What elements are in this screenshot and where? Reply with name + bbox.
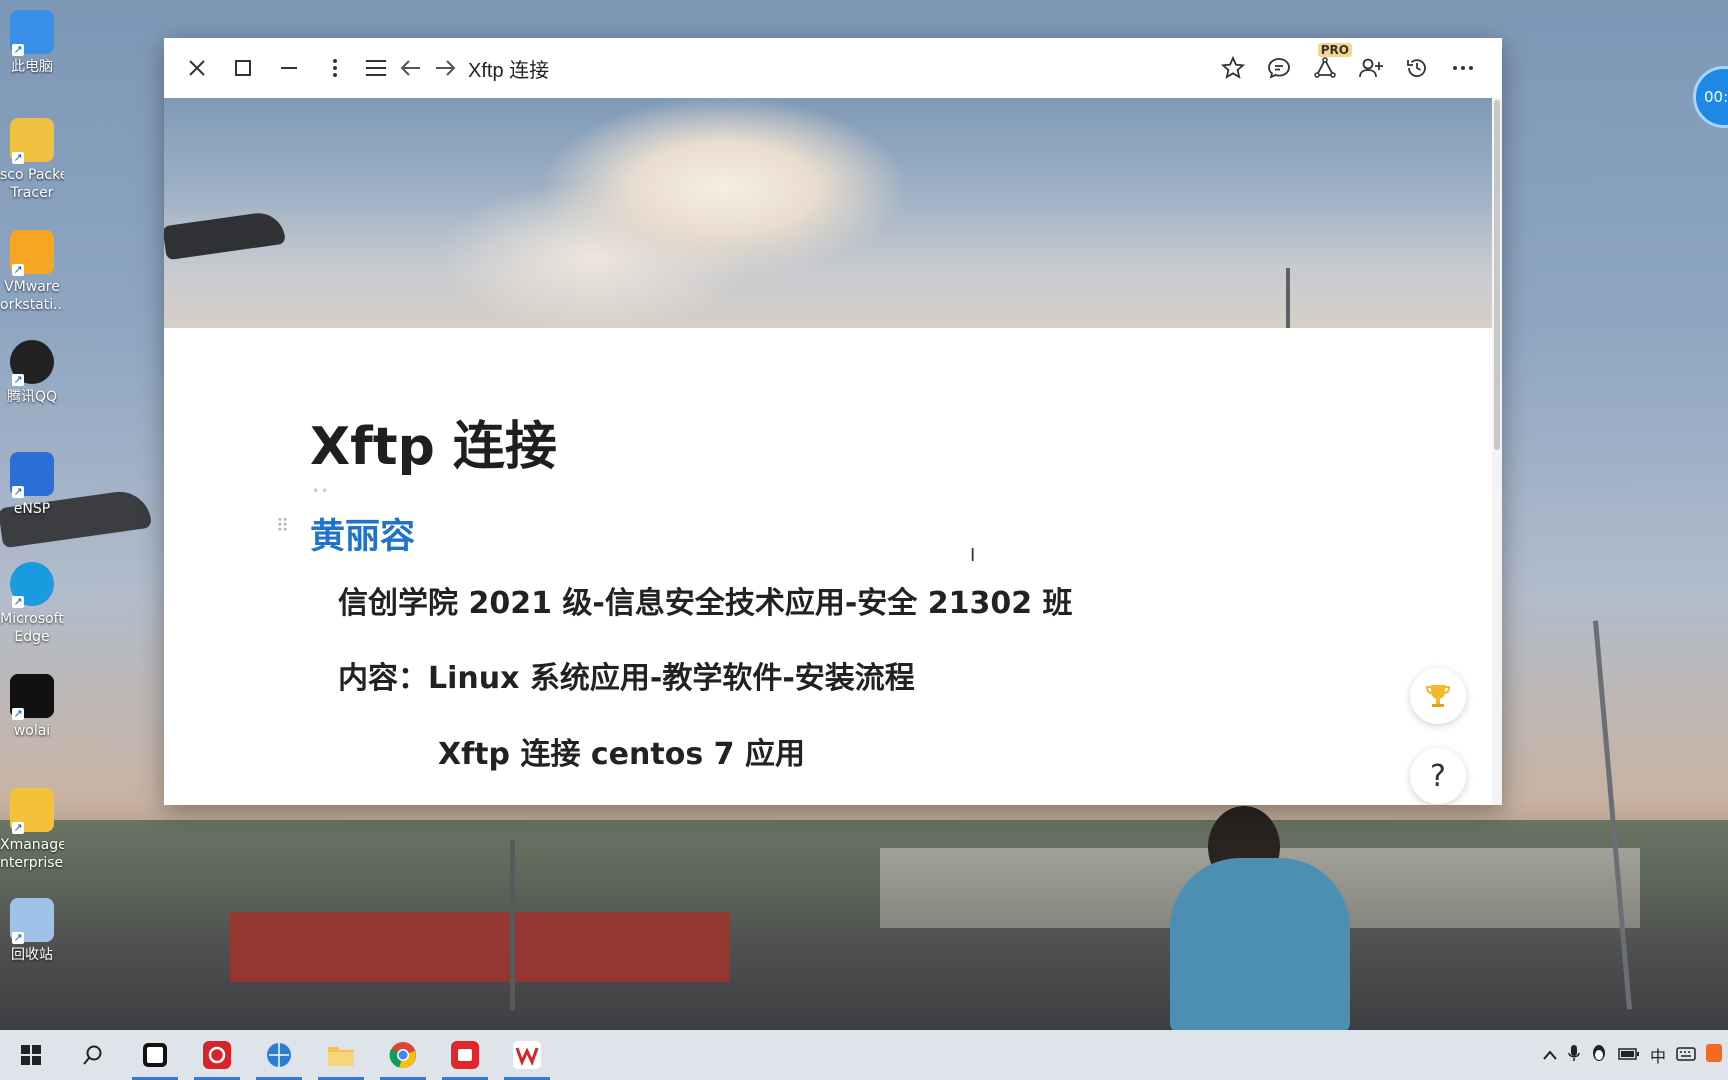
desktop-icon-ensp[interactable]: eNSP <box>0 452 64 518</box>
search-icon[interactable] <box>62 1030 124 1080</box>
packet-tracer-icon <box>10 118 54 164</box>
input-method-indicator[interactable]: 中 <box>1650 1043 1666 1067</box>
back-arrow-icon[interactable] <box>394 45 428 91</box>
cover-pole <box>1286 268 1290 328</box>
trophy-icon <box>1425 685 1451 707</box>
xmanager-icon <box>10 788 54 834</box>
microphone-icon[interactable] <box>1568 1044 1580 1066</box>
more-vertical-icon[interactable] <box>312 45 358 91</box>
taskbar: 中 <box>0 1030 1728 1080</box>
desktop-icon-label: Tracer <box>10 185 54 201</box>
text-cursor-icon: I <box>970 545 976 566</box>
desktop-icon-label: Edge <box>14 629 50 645</box>
close-icon[interactable] <box>174 45 220 91</box>
battery-icon[interactable] <box>1618 1046 1640 1065</box>
system-tray: 中 <box>1542 1030 1722 1080</box>
forward-arrow-icon[interactable] <box>428 45 462 91</box>
comment-icon[interactable] <box>1256 45 1302 91</box>
desktop-icon-label: VMware <box>4 279 60 295</box>
desktop-icon-wolai[interactable]: wolai <box>0 674 64 740</box>
netease-music-icon[interactable] <box>186 1030 248 1080</box>
window-title: Xftp 连接 <box>468 59 550 82</box>
chevron-up-icon[interactable] <box>1542 1046 1558 1065</box>
desktop-icon-packet-tracer[interactable]: sco Packet Tracer <box>0 118 64 202</box>
page-cover-image[interactable] <box>164 98 1492 328</box>
computer-icon <box>10 10 54 56</box>
drag-handle-icon[interactable]: ⠿ <box>276 516 289 537</box>
history-icon[interactable] <box>1394 45 1440 91</box>
desktop-icon-recycle-bin[interactable]: 回收站 <box>0 898 64 964</box>
document-content[interactable]: Xftp 连接 •• ⠿ 黄丽容 信创学院 2021 级-信息安全技术应用-安全… <box>164 328 1492 805</box>
background-pole <box>510 840 515 1010</box>
desktop-icon-label: wolai <box>13 723 51 739</box>
background-person <box>1170 858 1350 1033</box>
author-heading[interactable]: 黄丽容 <box>310 508 415 559</box>
recording-timer[interactable]: 00:0 <box>1693 66 1728 128</box>
document-line[interactable]: 内容：Linux 系统应用-教学软件-安装流程 <box>338 653 915 697</box>
document-line[interactable]: 信创学院 2021 级-信息安全技术应用-安全 21302 班 <box>338 578 1073 622</box>
star-icon[interactable] <box>1210 45 1256 91</box>
youdao-icon[interactable] <box>434 1030 496 1080</box>
block-dots-icon: •• <box>312 484 331 498</box>
network-icon[interactable] <box>248 1030 310 1080</box>
desktop-icon-label: sco Packet <box>0 167 64 183</box>
help-button[interactable]: ? <box>1410 748 1466 804</box>
menu-icon[interactable] <box>358 45 394 91</box>
chrome-icon[interactable] <box>372 1030 434 1080</box>
wps-icon[interactable] <box>496 1030 558 1080</box>
desktop-icon-qq[interactable]: 腾讯QQ <box>0 340 64 406</box>
window-toolbar: Xftp 连接 PRO <box>164 38 1502 98</box>
share-graph-icon[interactable]: PRO <box>1302 43 1352 91</box>
recycle-bin-icon <box>10 898 54 944</box>
help-icon: ? <box>1430 758 1446 794</box>
desktop-icon-label: 回收站 <box>11 947 53 963</box>
desktop-icon-label: 此电脑 <box>11 59 53 75</box>
trophy-button[interactable] <box>1410 668 1466 724</box>
timer-text: 00:0 <box>1704 88 1728 106</box>
page-title[interactable]: Xftp 连接 <box>310 404 557 479</box>
desktop-icon-edge[interactable]: Microsoft Edge <box>0 562 64 646</box>
wolai-window: Xftp 连接 PRO Xftp 连接 •• ⠿ 黄丽容 信创学院 2021 级… <box>164 38 1502 805</box>
keyboard-icon[interactable] <box>1676 1046 1696 1065</box>
qq-penguin-icon <box>10 340 54 386</box>
ensp-icon <box>10 452 54 498</box>
background-banner <box>230 912 730 982</box>
wolai-icon <box>10 674 54 720</box>
desktop-icon-label: eNSP <box>13 501 51 517</box>
document-line[interactable]: Xftp 连接 centos 7 应用 <box>438 729 805 773</box>
minimize-icon[interactable] <box>266 45 312 91</box>
add-user-icon[interactable] <box>1348 45 1394 91</box>
maximize-icon[interactable] <box>220 45 266 91</box>
edge-icon <box>10 562 54 608</box>
more-horizontal-icon[interactable] <box>1440 45 1486 91</box>
scrollbar[interactable] <box>1492 98 1502 805</box>
scrollbar-thumb[interactable] <box>1494 100 1500 450</box>
qq-tray-icon[interactable] <box>1590 1044 1608 1066</box>
desktop-icon-label: Microsoft <box>0 611 64 627</box>
cover-streetlamp <box>164 209 286 261</box>
wolai-taskbar-icon[interactable] <box>124 1030 186 1080</box>
desktop-icon-vmware[interactable]: VMware orkstati... <box>0 230 64 314</box>
file-explorer-icon[interactable] <box>310 1030 372 1080</box>
desktop-icon-label: 腾讯QQ <box>6 389 58 405</box>
desktop-icon-label: nterprise 5 <box>0 855 64 871</box>
start-icon[interactable] <box>0 1030 62 1080</box>
pro-badge: PRO <box>1317 43 1352 57</box>
desktop-icon-xmanager[interactable]: Xmanager nterprise 5 <box>0 788 64 872</box>
desktop-icon-this-pc[interactable]: 此电脑 <box>0 10 64 76</box>
desktop-icon-label: Xmanager <box>0 837 64 853</box>
sogou-icon[interactable] <box>1706 1044 1722 1066</box>
desktop-icon-label: orkstati... <box>0 297 64 313</box>
vmware-icon <box>10 230 54 276</box>
